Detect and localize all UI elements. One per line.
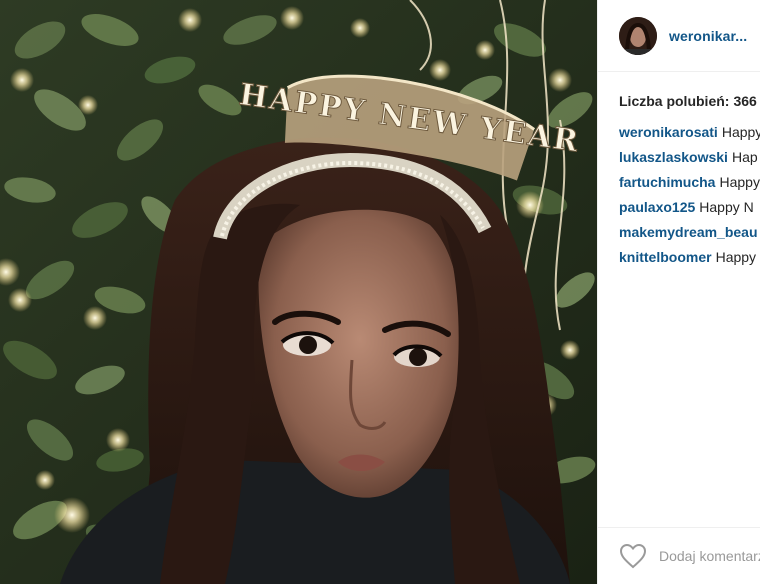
post-sidebar: weronikar... Liczba polubień: 366 weronik…: [597, 0, 760, 584]
post-photo[interactable]: HAPPY NEW YEAR: [0, 0, 597, 584]
comment-username[interactable]: lukaszlaskowski: [619, 149, 728, 165]
comment-item: fartuchimucha Happy: [619, 173, 760, 198]
comment-item: weronikarosati Happy: [619, 123, 760, 148]
likes-count: Liczba polubień: 366: [598, 72, 760, 109]
post-username[interactable]: weronikar...: [669, 28, 747, 44]
post-header: weronikar...: [598, 0, 760, 72]
comment-username[interactable]: paulaxo125: [619, 199, 695, 215]
likes-label: Liczba polubień:: [619, 93, 730, 109]
photo-artwork: HAPPY NEW YEAR: [0, 0, 597, 584]
instagram-post: HAPPY NEW YEAR weronikar... Liczba polub…: [0, 0, 760, 584]
comment-text: Happy: [721, 124, 760, 140]
likes-number: 366: [733, 93, 757, 109]
comment-text: Happy N: [699, 199, 754, 215]
comment-item: lukaszlaskowski Hap: [619, 148, 760, 173]
comment-item: knittelboomer Happy: [619, 248, 760, 273]
comment-text: Happy: [719, 174, 760, 190]
comment-username[interactable]: weronikarosati: [619, 124, 718, 140]
comment-username[interactable]: fartuchimucha: [619, 174, 715, 190]
comment-text: Happy: [715, 249, 757, 265]
like-heart-icon[interactable]: [619, 543, 647, 569]
post-footer: [598, 527, 760, 584]
comment-text: Hap: [731, 149, 758, 165]
comments-list: weronikarosati Happy lukaszlaskowski Hap f…: [598, 109, 760, 273]
comment-item: paulaxo125 Happy N: [619, 198, 760, 223]
comment-username[interactable]: knittelboomer: [619, 249, 712, 265]
avatar[interactable]: [619, 16, 657, 55]
comment-item: makemydream_beau: [619, 223, 760, 248]
comment-username[interactable]: makemydream_beau: [619, 224, 758, 240]
comment-input[interactable]: [659, 548, 760, 564]
